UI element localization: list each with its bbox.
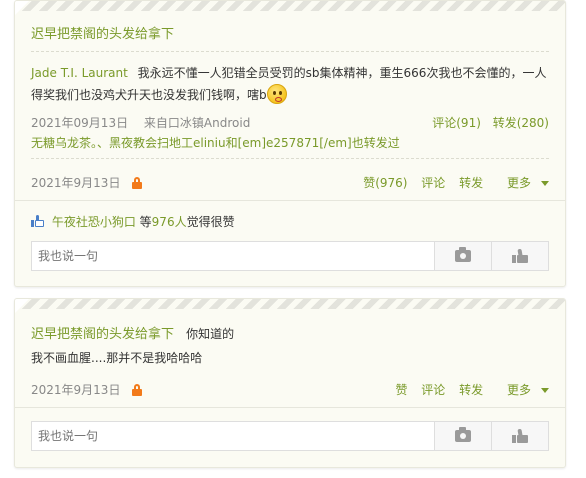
camera-icon [455, 247, 471, 262]
author-link[interactable]: 迟早把禁阁的头发给拿下 [31, 327, 174, 342]
corner-fold [15, 1, 29, 15]
thumbs-up-icon [31, 215, 44, 227]
post-text-inline: 你知道的 [186, 327, 235, 341]
original-date: 2021年09月13日 [31, 116, 129, 130]
corner-fold [15, 299, 29, 313]
lock-icon [132, 177, 143, 189]
feed-card-2: 迟早把禁阁的头发给拿下 你知道的 我不画血腥....那并不是我哈哈哈 2021年… [14, 298, 566, 468]
photo-button[interactable] [434, 422, 491, 450]
more-button[interactable]: 更多 [497, 176, 549, 190]
original-source: 来自口冰镇Android [143, 116, 251, 130]
likes-suffix: 觉得很赞 [186, 215, 235, 229]
post-date: 2021年9月13日 [31, 176, 121, 190]
repost-chain[interactable]: 无糖乌龙茶。、黑夜教会扫地工eliniu和[em]e257871[/em]也转发… [31, 136, 400, 150]
repost-button[interactable]: 转发 [459, 176, 483, 190]
divider [31, 158, 549, 159]
chevron-down-icon [541, 388, 549, 393]
more-label: 更多 [506, 383, 531, 397]
card-top-stripe [15, 299, 565, 309]
more-label: 更多 [506, 176, 531, 190]
thumbs-up-icon [512, 248, 528, 263]
original-author-link[interactable]: Jade T.I. Laurant [31, 66, 128, 80]
divider [15, 407, 565, 408]
likes-count-link[interactable]: 976人 [152, 215, 187, 229]
face-emoji-icon [266, 84, 287, 104]
comment-input[interactable] [32, 422, 434, 450]
post-date: 2021年9月13日 [31, 383, 121, 397]
comment-box [31, 241, 549, 271]
chevron-down-icon [541, 181, 549, 186]
original-comments-link[interactable]: 评论(91) [432, 116, 481, 130]
comment-box [31, 421, 549, 451]
author-link[interactable]: 迟早把禁阁的头发给拿下 [31, 27, 174, 42]
lock-icon [132, 384, 143, 396]
post-text: 我不画血腥....那并不是我哈哈哈 [31, 351, 203, 365]
comment-button[interactable]: 评论 [421, 383, 445, 397]
repost-button[interactable]: 转发 [459, 383, 483, 397]
photo-button[interactable] [434, 242, 491, 270]
likes-mid-text: 等 [135, 215, 152, 229]
camera-icon [455, 427, 471, 442]
like-button[interactable]: 赞(976) [363, 176, 407, 190]
quick-like-button[interactable] [491, 242, 548, 270]
divider [15, 200, 565, 201]
feed-card-1: 迟早把禁阁的头发给拿下 Jade T.I. Laurant 我永远不懂一人犯错全… [14, 0, 566, 287]
like-button[interactable]: 赞 [395, 383, 407, 397]
comment-input[interactable] [32, 242, 434, 270]
card-top-stripe [15, 1, 565, 11]
liker-link[interactable]: 午夜社恐小狗口 [52, 215, 136, 229]
divider [31, 51, 549, 52]
more-button[interactable]: 更多 [497, 383, 549, 397]
original-reposts-link[interactable]: 转发(280) [493, 116, 549, 130]
quick-like-button[interactable] [491, 422, 548, 450]
thumbs-up-icon [512, 428, 528, 443]
comment-button[interactable]: 评论 [421, 176, 445, 190]
